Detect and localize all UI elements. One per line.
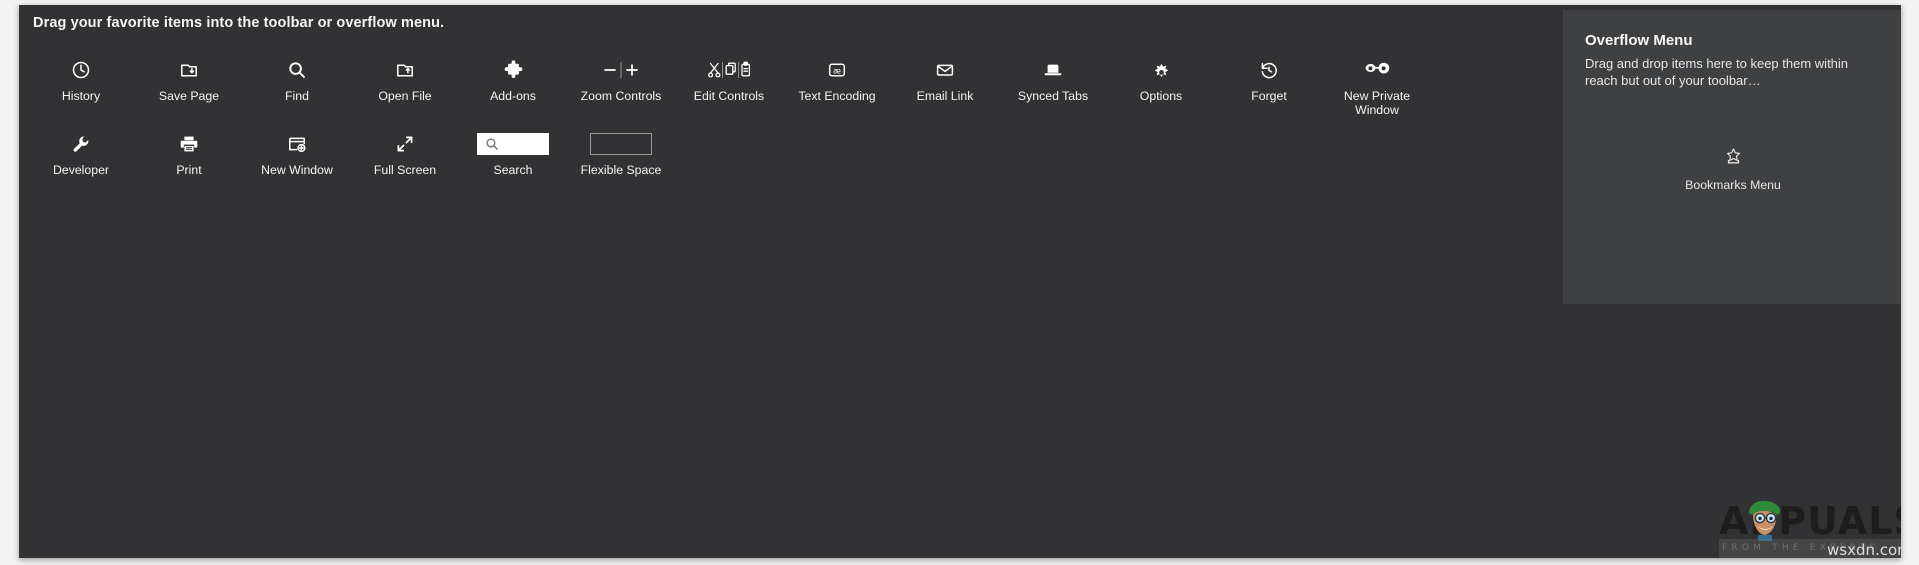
overflow-item-label: Bookmarks Menu (1685, 178, 1781, 192)
options-gear-icon (1151, 57, 1172, 83)
palette-item-open-file[interactable]: Open File (351, 51, 459, 109)
palette-item-new-window[interactable]: New Window (243, 125, 351, 183)
palette-item-forget[interactable]: Forget (1215, 51, 1323, 109)
search-input[interactable] (477, 133, 549, 155)
synced-tabs-icon (1042, 57, 1064, 83)
palette-item-full-screen[interactable]: Full Screen (351, 125, 459, 183)
find-icon (287, 57, 307, 83)
history-icon (71, 57, 91, 83)
bookmarks-menu-star-icon (1723, 143, 1744, 169)
palette-item-label: Options (1139, 89, 1183, 103)
palette-item-label: Add-ons (490, 89, 536, 103)
palette-item-label: New Window (261, 163, 333, 177)
instruction-text: Drag your favorite items into the toolba… (33, 15, 445, 31)
overflow-menu-title: Overflow Menu (1585, 32, 1693, 49)
customize-toolbar-surface: Drag your favorite items into the toolba… (19, 5, 1901, 558)
palette-item-label: Find (285, 89, 309, 103)
private-window-mask-icon (1364, 57, 1390, 83)
forget-icon (1259, 57, 1279, 83)
palette-item-label: History (61, 89, 101, 103)
new-window-icon (287, 131, 307, 157)
palette-item-label: Save Page (158, 89, 220, 103)
palette-item-new-private-window[interactable]: New Private Window (1323, 51, 1431, 117)
palette-item-label: Print (176, 163, 202, 177)
flexible-space-box (590, 133, 652, 155)
text-encoding-icon: æ (827, 57, 847, 83)
palette-item-label: Search (493, 163, 533, 177)
full-screen-icon (395, 131, 415, 157)
svg-text:æ: æ (833, 66, 841, 75)
palette-row-1: History Save Page Find Open File Add-ons… (27, 51, 1547, 117)
palette-item-label: Text Encoding (798, 89, 876, 103)
palette-item-label: Email Link (916, 89, 974, 103)
watermark-bar (1719, 539, 1901, 558)
watermark-mascot-icon (1749, 500, 1781, 541)
palette-item-flexible-space[interactable]: Flexible Space (567, 125, 675, 183)
palette-row-2: Developer Print New Window Full Screen S… (27, 125, 1547, 183)
palette-item-label: Full Screen (373, 163, 437, 177)
overflow-menu-items: Bookmarks Menu (1585, 143, 1881, 193)
watermark-domain: wsxdn.com (1827, 541, 1901, 558)
widget-palette: History Save Page Find Open File Add-ons… (27, 51, 1547, 183)
print-icon (179, 131, 199, 157)
palette-item-developer[interactable]: Developer (27, 125, 135, 183)
zoom-controls-icon (601, 57, 641, 83)
developer-wrench-icon (71, 131, 91, 157)
palette-item-find[interactable]: Find (243, 51, 351, 109)
palette-item-label: Edit Controls (693, 89, 765, 103)
palette-item-zoom-controls[interactable]: Zoom Controls (567, 51, 675, 109)
palette-item-text-encoding[interactable]: æ Text Encoding (783, 51, 891, 109)
overflow-item-bookmarks-menu[interactable]: Bookmarks Menu (1674, 143, 1792, 193)
palette-item-synced-tabs[interactable]: Synced Tabs (999, 51, 1107, 109)
palette-item-label: Open File (378, 89, 432, 103)
overflow-menu-description: Drag and drop items here to keep them wi… (1585, 56, 1849, 88)
screenshot-root: Drag your favorite items into the toolba… (0, 0, 1919, 565)
palette-item-label: Zoom Controls (580, 89, 662, 103)
addons-puzzle-icon (503, 57, 524, 83)
palette-item-label: Flexible Space (580, 163, 662, 177)
email-link-icon (935, 57, 955, 83)
search-icon (486, 138, 498, 150)
flexible-space-icon (590, 131, 652, 157)
search-field-wrapper (477, 131, 549, 157)
watermark-brand: APPUALS (1719, 499, 1901, 543)
watermark-tagline: FROM THE EXPERTS (1722, 543, 1879, 553)
palette-item-search[interactable]: Search (459, 125, 567, 183)
palette-item-label: New Private Window (1343, 89, 1411, 117)
palette-item-history[interactable]: History (27, 51, 135, 109)
edit-controls-icon (706, 57, 752, 83)
palette-item-add-ons[interactable]: Add-ons (459, 51, 567, 109)
palette-item-options[interactable]: Options (1107, 51, 1215, 109)
palette-item-label: Forget (1251, 89, 1287, 103)
overflow-menu-panel[interactable]: Overflow Menu Drag and drop items here t… (1563, 10, 1901, 304)
palette-item-email-link[interactable]: Email Link (891, 51, 999, 109)
palette-item-label: Synced Tabs (1017, 89, 1089, 103)
palette-item-label: Developer (52, 163, 110, 177)
appuals-watermark: APPUALS FROM THE EXPERTS wsxdn.com (1719, 497, 1901, 558)
palette-item-save-page[interactable]: Save Page (135, 51, 243, 109)
palette-item-print[interactable]: Print (135, 125, 243, 183)
save-page-icon (179, 57, 199, 83)
open-file-icon (395, 57, 415, 83)
palette-item-edit-controls[interactable]: Edit Controls (675, 51, 783, 109)
